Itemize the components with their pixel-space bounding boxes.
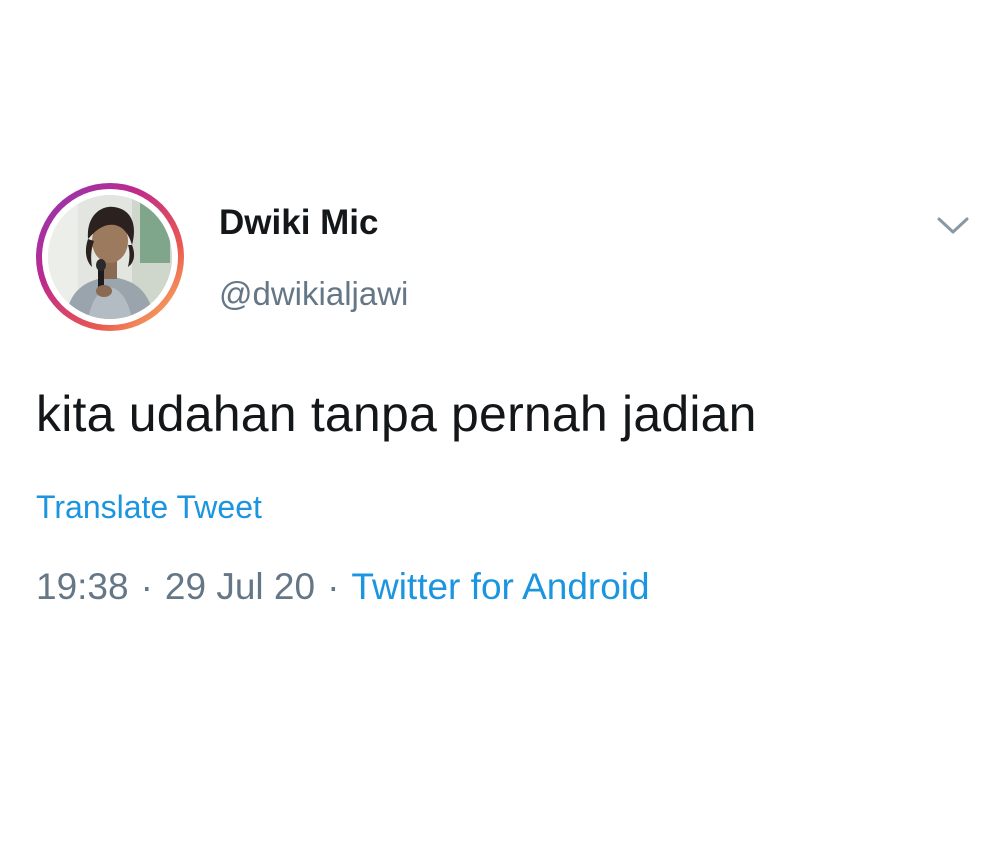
avatar[interactable] <box>48 195 172 319</box>
tweet-text: kita udahan tanpa pernah jadian <box>36 386 757 442</box>
author-handle[interactable]: @dwikialjawi <box>219 275 408 313</box>
tweet-date[interactable]: 29 Jul 20 <box>165 566 315 607</box>
tweet-time[interactable]: 19:38 <box>36 566 129 607</box>
translate-tweet-link[interactable]: Translate Tweet <box>36 489 262 526</box>
author-display-name[interactable]: Dwiki Mic <box>219 203 378 243</box>
tweet-card: Dwiki Mic @dwikialjawi kita udahan tanpa… <box>0 0 1000 859</box>
avatar-frame <box>42 189 178 325</box>
tweet-metadata: 19:38 · 29 Jul 20 · Twitter for Android <box>36 566 650 608</box>
chevron-down-icon[interactable] <box>935 210 971 240</box>
tweet-source-link[interactable]: Twitter for Android <box>351 566 649 607</box>
avatar-story-ring[interactable] <box>36 183 184 331</box>
metadata-separator: · <box>327 566 340 607</box>
avatar-photo-icon <box>48 195 172 319</box>
metadata-separator: · <box>140 566 153 607</box>
